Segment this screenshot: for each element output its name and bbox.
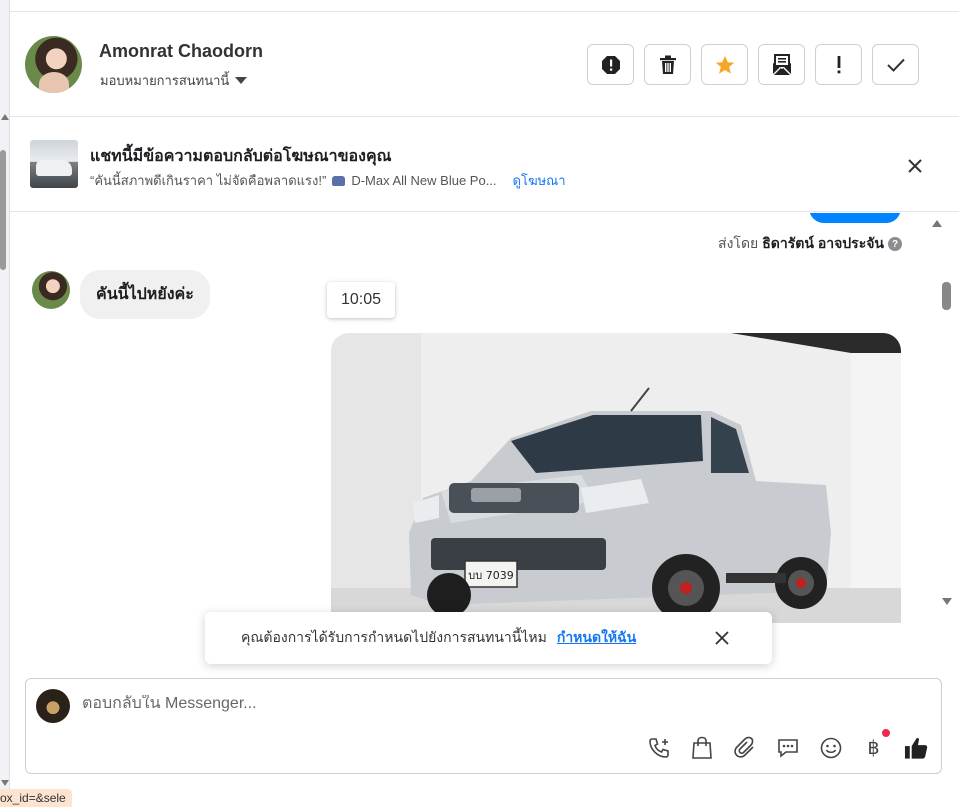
trash-icon: [659, 55, 676, 74]
baht-icon: ฿: [867, 736, 880, 759]
sent-by-name: ธิดารัตน์ อาจประจัน: [762, 235, 884, 251]
close-icon: [715, 631, 729, 645]
call-button[interactable]: [646, 735, 671, 760]
envelope-open-icon: [772, 53, 791, 75]
assign-conversation-dropdown[interactable]: มอบหมายการสนทนานี้: [100, 70, 248, 91]
ad-banner-close-button[interactable]: [903, 154, 927, 178]
ad-quote: “คันนี้สภาพดีเกินราคา ไม่จัดคือพลาดแรง!”: [90, 173, 327, 188]
scroll-down-arrow[interactable]: [1, 780, 9, 786]
ad-thumbnail[interactable]: [30, 140, 78, 188]
saved-replies-button[interactable]: [775, 735, 800, 760]
like-button[interactable]: [904, 735, 929, 760]
action-alert-button[interactable]: [587, 44, 634, 85]
sent-message-bubble: [809, 213, 901, 223]
scroll-up-arrow[interactable]: [1, 114, 9, 120]
license-plate: บบ 7039: [468, 569, 513, 582]
paperclip-icon: [733, 736, 754, 758]
conversation-header: Amonrat Chaodorn มอบหมายการสนทนานี้: [10, 12, 959, 117]
toast-close-button[interactable]: [712, 628, 732, 648]
sent-by-line: ส่งโดย ธิดารัตน์ อาจประจัน ?: [718, 233, 902, 255]
scroll-thumb[interactable]: [0, 150, 6, 270]
top-divider: [10, 0, 959, 12]
header-actions: [587, 44, 919, 85]
car-icon: [332, 175, 346, 186]
chat-scroll-thumb[interactable]: [942, 282, 951, 310]
check-icon: [886, 58, 905, 72]
left-scrollbar[interactable]: [0, 0, 10, 807]
chat-scroll-up-arrow[interactable]: [932, 220, 942, 227]
sender-avatar[interactable]: [32, 271, 70, 309]
car-photo-attachment[interactable]: บบ 7039: [331, 333, 901, 623]
received-message-bubble[interactable]: คันนี้ไปหยังค่ะ: [80, 270, 210, 319]
pickup-truck-image: บบ 7039: [331, 333, 901, 623]
action-done-button[interactable]: [872, 44, 919, 85]
phone-plus-icon: [648, 737, 669, 758]
ad-reply-banner: แชทนี้มีข้อความตอบกลับต่อโฆษณาของคุณ “คั…: [10, 118, 959, 212]
alert-octagon-icon: [601, 55, 620, 74]
assign-to-me-link[interactable]: กำหนดให้ฉัน: [557, 627, 636, 649]
message-timestamp: 10:05: [327, 282, 396, 318]
assign-prompt-toast: คุณต้องการได้รับการกำหนดไปยังการสนทนานี้…: [205, 612, 772, 664]
chat-bubble-icon: [777, 738, 798, 758]
ad-car-name: D-Max All New Blue Po...: [351, 173, 497, 188]
close-icon: [908, 159, 922, 173]
shop-button[interactable]: [689, 735, 714, 760]
shopping-bag-icon: [691, 736, 712, 759]
exclamation-icon: [837, 55, 840, 73]
ad-banner-title: แชทนี้มีข้อความตอบกลับต่อโฆษณาของคุณ: [90, 148, 392, 165]
thumbs-up-icon: [904, 737, 928, 759]
action-star-button[interactable]: [701, 44, 748, 85]
help-icon[interactable]: ?: [888, 237, 902, 251]
contact-name[interactable]: Amonrat Chaodorn: [99, 41, 263, 62]
assign-label: มอบหมายการสนทนานี้: [100, 73, 230, 88]
caret-down-icon: [235, 77, 248, 84]
chat-scroll-down-arrow[interactable]: [942, 598, 952, 605]
smiley-icon: [820, 737, 841, 758]
message-thread[interactable]: ส่งโดย ธิดารัตน์ อาจประจัน ? คันนี้ไปหยั…: [10, 213, 940, 665]
action-mark-unread-button[interactable]: [758, 44, 805, 85]
attach-button[interactable]: [732, 735, 757, 760]
sent-by-prefix: ส่งโดย: [718, 235, 759, 251]
ad-banner-subtitle: “คันนี้สภาพดีเกินราคา ไม่จัดคือพลาดแรง!”…: [90, 170, 566, 191]
page-avatar: [36, 689, 70, 723]
view-ad-link[interactable]: ดูโฆษณา: [513, 170, 566, 191]
payment-button[interactable]: ฿: [861, 729, 890, 760]
reply-input[interactable]: [82, 695, 642, 713]
contact-avatar[interactable]: [25, 36, 82, 93]
emoji-button[interactable]: [818, 735, 843, 760]
assign-question: คุณต้องการได้รับการกำหนดไปยังการสนทนานี้…: [241, 629, 547, 645]
reply-composer: ฿: [25, 678, 942, 774]
composer-toolbar: ฿: [646, 729, 929, 760]
action-important-button[interactable]: [815, 44, 862, 85]
status-bar-url: ox_id=&sele: [0, 789, 72, 807]
notification-dot: [882, 729, 890, 737]
star-icon: [715, 55, 734, 74]
action-delete-button[interactable]: [644, 44, 691, 85]
